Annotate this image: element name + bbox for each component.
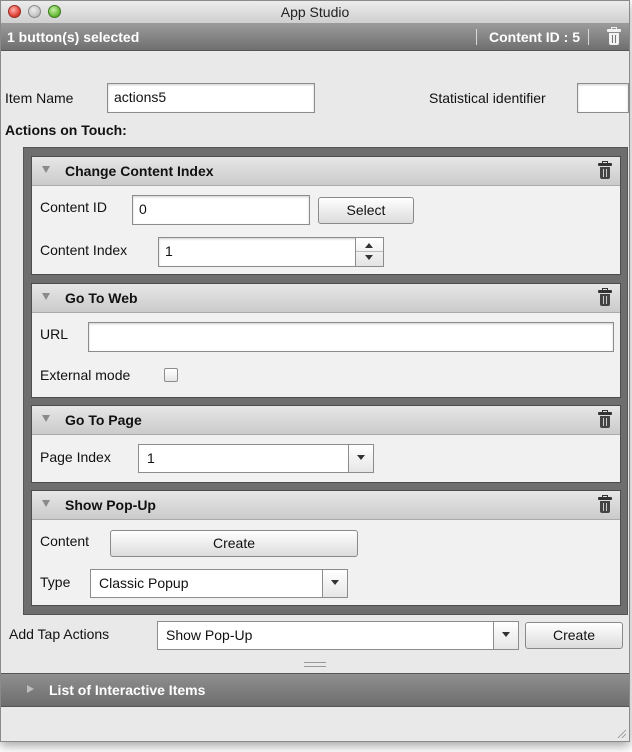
panel-header[interactable]: Go To Page bbox=[32, 406, 620, 435]
content-id-indicator: Content ID : 5 bbox=[476, 29, 589, 45]
page-index-label: Page Index bbox=[40, 449, 111, 465]
item-name-input[interactable]: actions5 bbox=[107, 83, 315, 113]
panel-go-to-page: Go To Page Page Index 1 bbox=[31, 405, 621, 483]
panel-title: Go To Page bbox=[65, 412, 142, 428]
external-mode-checkbox[interactable] bbox=[164, 368, 178, 382]
content-id-input[interactable]: 0 bbox=[132, 195, 310, 225]
actions-heading: Actions on Touch: bbox=[5, 122, 127, 138]
page-index-select[interactable]: 1 bbox=[138, 444, 374, 473]
panel-title: Show Pop-Up bbox=[65, 497, 156, 513]
panel-title: Go To Web bbox=[65, 290, 138, 306]
select-button[interactable]: Select bbox=[318, 197, 414, 224]
collapse-triangle-icon[interactable] bbox=[42, 166, 50, 173]
trash-icon[interactable] bbox=[598, 288, 612, 307]
chevron-down-icon[interactable] bbox=[493, 622, 518, 649]
content-index-label: Content Index bbox=[40, 242, 128, 258]
trash-icon bbox=[607, 27, 621, 46]
stepper-down-icon[interactable] bbox=[365, 255, 373, 260]
popup-type-select[interactable]: Classic Popup bbox=[90, 569, 348, 598]
url-input[interactable] bbox=[88, 322, 614, 352]
statistical-identifier-input[interactable] bbox=[577, 83, 629, 113]
resize-grip-icon[interactable] bbox=[616, 728, 626, 738]
add-tap-actions-select[interactable]: Show Pop-Up bbox=[157, 621, 519, 650]
create-action-button[interactable]: Create bbox=[525, 622, 623, 649]
panel-header[interactable]: Show Pop-Up bbox=[32, 491, 620, 520]
popup-type-value: Classic Popup bbox=[99, 575, 189, 591]
create-popup-button[interactable]: Create bbox=[110, 530, 358, 557]
page-index-value: 1 bbox=[147, 450, 155, 466]
expand-triangle-icon[interactable] bbox=[27, 685, 34, 693]
delete-button[interactable] bbox=[607, 27, 621, 49]
stepper-arrows[interactable] bbox=[355, 238, 383, 266]
chevron-down-icon[interactable] bbox=[348, 445, 373, 472]
stepper-up-icon[interactable] bbox=[365, 243, 373, 248]
item-name-label: Item Name bbox=[5, 90, 74, 106]
add-tap-actions-label: Add Tap Actions bbox=[9, 626, 110, 642]
panel-change-content-index: Change Content Index Content ID 0 Select… bbox=[31, 156, 621, 275]
interactive-items-title: List of Interactive Items bbox=[49, 682, 206, 698]
trash-icon[interactable] bbox=[598, 410, 612, 429]
external-mode-label: External mode bbox=[40, 367, 131, 383]
panel-header[interactable]: Go To Web bbox=[32, 284, 620, 313]
url-label: URL bbox=[40, 326, 69, 342]
collapse-triangle-icon[interactable] bbox=[42, 293, 50, 300]
title-bar: App Studio bbox=[1, 1, 629, 24]
chevron-down-icon[interactable] bbox=[322, 570, 347, 597]
app-window: App Studio 1 button(s) selected Content … bbox=[0, 0, 630, 742]
splitter-handle[interactable] bbox=[304, 662, 326, 667]
actions-list: Change Content Index Content ID 0 Select… bbox=[23, 147, 628, 615]
collapse-triangle-icon[interactable] bbox=[42, 415, 50, 422]
collapse-triangle-icon[interactable] bbox=[42, 500, 50, 507]
panel-title: Change Content Index bbox=[65, 163, 214, 179]
content-id-label: Content ID bbox=[40, 199, 107, 215]
content-index-value: 1 bbox=[165, 243, 173, 259]
add-tap-actions-value: Show Pop-Up bbox=[166, 627, 253, 643]
trash-icon[interactable] bbox=[598, 495, 612, 514]
selection-count: 1 button(s) selected bbox=[7, 29, 140, 45]
statistical-identifier-label: Statistical identifier bbox=[429, 90, 546, 106]
interactive-items-header[interactable]: List of Interactive Items bbox=[1, 673, 629, 707]
panel-go-to-web: Go To Web URL External mode bbox=[31, 283, 621, 398]
trash-icon[interactable] bbox=[598, 161, 612, 180]
selection-header: 1 button(s) selected Content ID : 5 bbox=[1, 24, 629, 51]
content-index-stepper[interactable]: 1 bbox=[158, 237, 384, 267]
panel-header[interactable]: Change Content Index bbox=[32, 157, 620, 186]
panel-show-popup: Show Pop-Up Content Create Type Classic … bbox=[31, 490, 621, 606]
window-title: App Studio bbox=[280, 4, 350, 20]
content-label: Content bbox=[40, 533, 90, 549]
type-label: Type bbox=[40, 574, 71, 590]
